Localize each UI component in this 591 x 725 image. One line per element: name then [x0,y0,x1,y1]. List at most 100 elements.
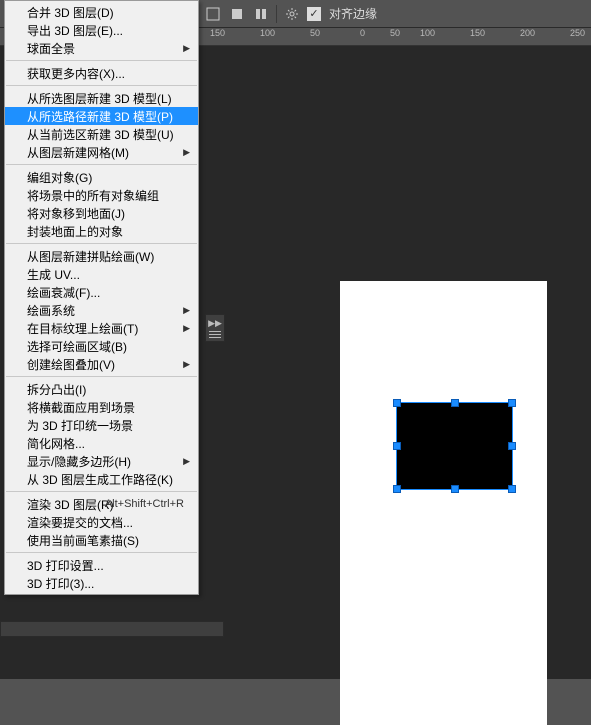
menu-item-label: 封装地面上的对象 [27,223,123,240]
menu-item[interactable]: 绘画系统 ▶ [5,301,198,319]
resize-handle-tr[interactable] [508,399,516,407]
tool-icon-2[interactable] [228,5,246,23]
menu-item[interactable]: 从所选路径新建 3D 模型(P) [5,107,198,125]
selected-rectangle-shape[interactable] [397,403,512,489]
submenu-arrow-icon: ▶ [183,359,190,370]
menu-item[interactable]: 拆分凸出(I) [5,380,198,398]
toolbar-divider [276,5,277,23]
menu-item-label: 渲染要提交的文档... [27,514,133,531]
menu-item-label: 3D 打印设置... [27,557,104,574]
hamburger-icon [209,331,221,338]
menu-item-label: 生成 UV... [27,266,80,283]
menu-item[interactable]: 合并 3D 图层(D) [5,3,198,21]
selection-bounding-box [396,402,513,490]
menu-item-label: 简化网格... [27,435,85,452]
menu-item-label: 从所选路径新建 3D 模型(P) [27,108,173,125]
chevron-right-icon: ▶▶ [208,319,222,328]
menu-item-label: 渲染 3D 图层(R) [27,496,114,513]
resize-handle-br[interactable] [508,485,516,493]
menu-item[interactable]: 封装地面上的对象 [5,222,198,240]
menu-item-label: 从所选图层新建 3D 模型(L) [27,90,172,107]
submenu-arrow-icon: ▶ [183,147,190,158]
menu-item[interactable]: 获取更多内容(X)... [5,64,198,82]
submenu-arrow-icon: ▶ [183,323,190,334]
ruler-tick: 150 [210,28,225,38]
artboard[interactable] [340,281,547,725]
resize-handle-ml[interactable] [393,442,401,450]
menu-item[interactable]: 从所选图层新建 3D 模型(L) [5,89,198,107]
menu-item[interactable]: 编组对象(G) [5,168,198,186]
menu-item[interactable]: 从图层新建网格(M)▶ [5,143,198,161]
panel-bottom-strip [0,621,224,637]
menu-item-label: 将场景中的所有对象编组 [27,187,159,204]
menu-item-label: 从当前选区新建 3D 模型(U) [27,126,174,143]
ruler-tick: 0 [360,28,365,38]
tool-icon-3[interactable] [252,5,270,23]
menu-item[interactable]: 绘画衰减(F)... [5,283,198,301]
menu-item[interactable]: 将对象移到地面(J) [5,204,198,222]
menu-item-label: 绘画衰减(F)... [27,284,100,301]
resize-handle-tl[interactable] [393,399,401,407]
align-edges-checkbox[interactable]: ✓ [307,7,321,21]
submenu-arrow-icon: ▶ [183,305,190,316]
menu-item[interactable]: 从当前选区新建 3D 模型(U) [5,125,198,143]
menu-item[interactable]: 生成 UV... [5,265,198,283]
menu-item[interactable]: 为 3D 打印统一场景 [5,416,198,434]
gear-icon[interactable] [283,5,301,23]
resize-handle-mr[interactable] [508,442,516,450]
resize-handle-tc[interactable] [451,399,459,407]
ruler-tick: 100 [260,28,275,38]
ruler-tick: 250 [570,28,585,38]
menu-item-label: 将对象移到地面(J) [27,205,125,222]
menu-separator [6,243,197,244]
menu-item[interactable]: 导出 3D 图层(E)... [5,21,198,39]
menu-item-label: 合并 3D 图层(D) [27,4,114,21]
menu-item[interactable]: 从图层新建拼贴绘画(W) [5,247,198,265]
menu-item[interactable]: 从 3D 图层生成工作路径(K) [5,470,198,488]
panel-collapse-tab[interactable]: ▶▶ [205,314,225,342]
tool-icon-1[interactable] [204,5,222,23]
menu-item[interactable]: 创建绘图叠加(V) ▶ [5,355,198,373]
3d-menu-dropdown: 合并 3D 图层(D)导出 3D 图层(E)...球面全景 ▶ 获取更多内容(X).… [4,0,199,595]
ruler-tick: 50 [390,28,400,38]
menu-separator [6,491,197,492]
ruler-tick: 100 [420,28,435,38]
menu-item[interactable]: 渲染 3D 图层(R)Alt+Shift+Ctrl+R [5,495,198,513]
menu-item-label: 在目标纹理上绘画(T) [27,320,138,337]
menu-item[interactable]: 在目标纹理上绘画(T) ▶ [5,319,198,337]
menu-item-label: 显示/隐藏多边形(H) [27,453,131,470]
menu-item[interactable]: 显示/隐藏多边形(H) ▶ [5,452,198,470]
menu-separator [6,552,197,553]
menu-item-label: 拆分凸出(I) [27,381,86,398]
menu-item[interactable]: 渲染要提交的文档... [5,513,198,531]
menu-item[interactable]: 3D 打印设置... [5,556,198,574]
menu-item-label: 绘画系统 [27,302,75,319]
menu-item-label: 创建绘图叠加(V) [27,356,115,373]
menu-separator [6,60,197,61]
ruler-tick: 50 [310,28,320,38]
menu-item[interactable]: 3D 打印(3)... [5,574,198,592]
menu-item-label: 从图层新建拼贴绘画(W) [27,248,154,265]
resize-handle-bl[interactable] [393,485,401,493]
menu-item-label: 获取更多内容(X)... [27,65,125,82]
menu-item-label: 球面全景 [27,40,75,57]
ruler-tick: 200 [520,28,535,38]
menu-item[interactable]: 简化网格... [5,434,198,452]
menu-item[interactable]: 选择可绘画区域(B) [5,337,198,355]
submenu-arrow-icon: ▶ [183,43,190,54]
menu-item[interactable]: 使用当前画笔素描(S) [5,531,198,549]
menu-item-label: 使用当前画笔素描(S) [27,532,139,549]
menu-item-label: 3D 打印(3)... [27,575,94,592]
menu-item-label: 选择可绘画区域(B) [27,338,127,355]
menu-item[interactable]: 将横截面应用到场景 [5,398,198,416]
menu-item-label: 为 3D 打印统一场景 [27,417,133,434]
menu-item[interactable]: 球面全景 ▶ [5,39,198,57]
menu-item-label: 将横截面应用到场景 [27,399,135,416]
menu-item-label: 从 3D 图层生成工作路径(K) [27,471,173,488]
menu-item[interactable]: 将场景中的所有对象编组 [5,186,198,204]
menu-separator [6,164,197,165]
menu-item-label: 导出 3D 图层(E)... [27,22,123,39]
menu-item-shortcut: Alt+Shift+Ctrl+R [105,498,184,510]
submenu-arrow-icon: ▶ [183,456,190,467]
resize-handle-bc[interactable] [451,485,459,493]
